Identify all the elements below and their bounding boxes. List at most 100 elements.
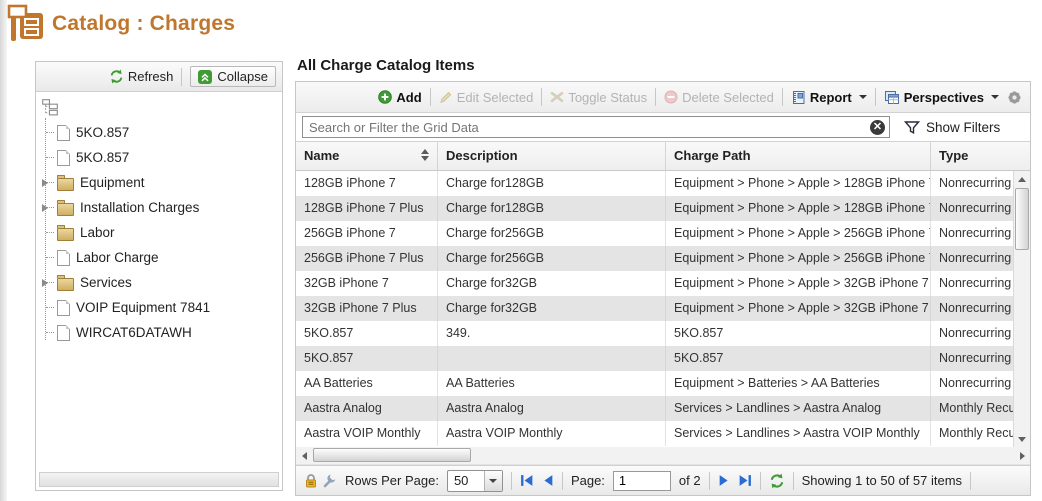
- tree-item[interactable]: 5KO.857: [40, 145, 282, 170]
- scroll-left-icon[interactable]: [296, 447, 312, 464]
- rows-per-page-select[interactable]: 50: [447, 470, 503, 492]
- sidebar-resize-bar[interactable]: [39, 472, 279, 487]
- separator: [793, 472, 794, 490]
- expand-arrow-icon[interactable]: [42, 204, 51, 212]
- show-filters-button[interactable]: Show Filters: [904, 120, 1000, 135]
- expand-arrow-icon[interactable]: [42, 279, 51, 287]
- collapse-label: Collapse: [217, 69, 268, 84]
- scroll-up-icon[interactable]: [1014, 171, 1030, 187]
- filter-funnel-icon: [904, 120, 920, 135]
- table-row[interactable]: 5KO.857 349. 5KO.857 Nonrecurring: [296, 321, 1013, 346]
- table-row[interactable]: Aastra VOIP Monthly Aastra VOIP Monthly …: [296, 421, 1013, 446]
- cell-name: 128GB iPhone 7: [296, 171, 438, 196]
- cell-charge-path: Services > Landlines > Aastra Analog: [666, 396, 931, 421]
- cell-description: Charge for256GB: [438, 221, 666, 246]
- refresh-button[interactable]: Refresh: [109, 69, 174, 84]
- scroll-right-icon[interactable]: [1014, 447, 1030, 464]
- tree-item[interactable]: Installation Charges: [40, 195, 282, 220]
- tree-item[interactable]: Labor Charge: [40, 245, 282, 270]
- cell-charge-path: Services > Landlines > Aastra VOIP Month…: [666, 421, 931, 446]
- cell-description: Charge for128GB: [438, 171, 666, 196]
- report-menu-button[interactable]: Report: [791, 90, 867, 105]
- cell-name: 5KO.857: [296, 346, 438, 371]
- tree-item[interactable]: Labor: [40, 220, 282, 245]
- cell-description: Aastra Analog: [438, 396, 666, 421]
- column-header-type[interactable]: Type: [931, 142, 1030, 170]
- scroll-down-icon[interactable]: [1014, 431, 1030, 447]
- page-number-input[interactable]: [613, 471, 671, 491]
- table-row[interactable]: 5KO.857 5KO.857 Nonrecurring: [296, 346, 1013, 371]
- table-rows: 128GB iPhone 7 Charge for128GB Equipment…: [296, 171, 1013, 446]
- perspectives-menu-button[interactable]: Perspectives: [884, 90, 999, 105]
- grid-settings-button[interactable]: [1007, 90, 1022, 105]
- vertical-scroll-thumb[interactable]: [1015, 188, 1029, 250]
- first-page-button[interactable]: [520, 474, 534, 487]
- column-header-name[interactable]: Name: [296, 142, 438, 170]
- table-row[interactable]: Aastra Analog Aastra Analog Services > L…: [296, 396, 1013, 421]
- separator: [709, 472, 710, 490]
- table-row[interactable]: 32GB iPhone 7 Charge for32GB Equipment >…: [296, 271, 1013, 296]
- tree-item[interactable]: WIRCAT6DATAWH: [40, 320, 282, 345]
- cell-description: Charge for32GB: [438, 271, 666, 296]
- separator: [655, 88, 656, 106]
- table-row[interactable]: 256GB iPhone 7 Charge for256GB Equipment…: [296, 221, 1013, 246]
- cell-type: Nonrecurring: [931, 271, 1013, 296]
- previous-page-button[interactable]: [542, 474, 554, 487]
- table-row[interactable]: 32GB iPhone 7 Plus Charge for32GB Equipm…: [296, 296, 1013, 321]
- grid-refresh-button[interactable]: [769, 473, 785, 489]
- rows-per-page-label: Rows Per Page:: [345, 473, 439, 488]
- cell-description: Charge for128GB: [438, 196, 666, 221]
- cell-name: Aastra VOIP Monthly: [296, 421, 438, 446]
- wrench-icon[interactable]: [322, 473, 337, 488]
- table-row[interactable]: 128GB iPhone 7 Charge for128GB Equipment…: [296, 171, 1013, 196]
- pencil-icon: [439, 90, 453, 104]
- table-body: 128GB iPhone 7 Charge for128GB Equipment…: [296, 171, 1030, 447]
- grid-title: All Charge Catalog Items: [297, 57, 475, 74]
- table-row[interactable]: AA Batteries AA Batteries Equipment > Ba…: [296, 371, 1013, 396]
- window-left-edge: [0, 0, 7, 501]
- search-input[interactable]: [303, 120, 870, 135]
- refresh-label: Refresh: [128, 69, 174, 84]
- last-page-button[interactable]: [738, 474, 752, 487]
- clear-search-icon[interactable]: ✕: [870, 120, 885, 135]
- cell-charge-path: Equipment > Phone > Apple > 128GB iPhone…: [666, 196, 931, 221]
- cell-charge-path: Equipment > Phone > Apple > 32GB iPhone …: [666, 296, 931, 321]
- cell-name: 128GB iPhone 7 Plus: [296, 196, 438, 221]
- cell-description: [438, 346, 666, 371]
- cell-charge-path: Equipment > Phone > Apple > 32GB iPhone …: [666, 271, 931, 296]
- tree-item-label: Equipment: [80, 175, 145, 190]
- column-header-description[interactable]: Description: [438, 142, 666, 170]
- tree-item[interactable]: Equipment: [40, 170, 282, 195]
- add-button[interactable]: Add: [378, 90, 421, 105]
- tree-item[interactable]: VOIP Equipment 7841: [40, 295, 282, 320]
- expand-arrow-icon[interactable]: [42, 179, 51, 187]
- lock-icon[interactable]: [304, 473, 318, 489]
- separator: [760, 472, 761, 490]
- separator: [970, 472, 971, 490]
- edit-selected-button[interactable]: Edit Selected: [439, 90, 534, 105]
- folder-icon: [57, 278, 74, 291]
- tree-item[interactable]: 5KO.857: [40, 120, 282, 145]
- file-icon: [57, 325, 70, 341]
- file-icon: [57, 300, 70, 316]
- table-row[interactable]: 128GB iPhone 7 Plus Charge for128GB Equi…: [296, 196, 1013, 221]
- column-header-charge-path[interactable]: Charge Path: [666, 142, 931, 170]
- collapse-button[interactable]: Collapse: [190, 66, 276, 87]
- cell-type: Nonrecurring: [931, 346, 1013, 371]
- file-icon: [57, 125, 70, 141]
- delete-selected-button[interactable]: Delete Selected: [664, 90, 774, 105]
- folder-icon: [57, 178, 74, 191]
- horizontal-scroll-thumb[interactable]: [313, 448, 471, 462]
- tree-item[interactable]: Services: [40, 270, 282, 295]
- next-page-button[interactable]: [718, 474, 730, 487]
- separator: [782, 88, 783, 106]
- cell-type: Nonrecurring: [931, 371, 1013, 396]
- table-row[interactable]: 256GB iPhone 7 Plus Charge for256GB Equi…: [296, 246, 1013, 271]
- catalog-icon: [7, 4, 44, 44]
- table-header: Name Description Charge Path Type: [296, 142, 1030, 171]
- toggle-status-button[interactable]: Toggle Status: [550, 90, 647, 105]
- horizontal-scrollbar[interactable]: [296, 447, 1030, 465]
- tree-item-label: Labor Charge: [76, 250, 159, 265]
- sort-icon[interactable]: [421, 149, 429, 161]
- vertical-scrollbar[interactable]: [1013, 171, 1030, 447]
